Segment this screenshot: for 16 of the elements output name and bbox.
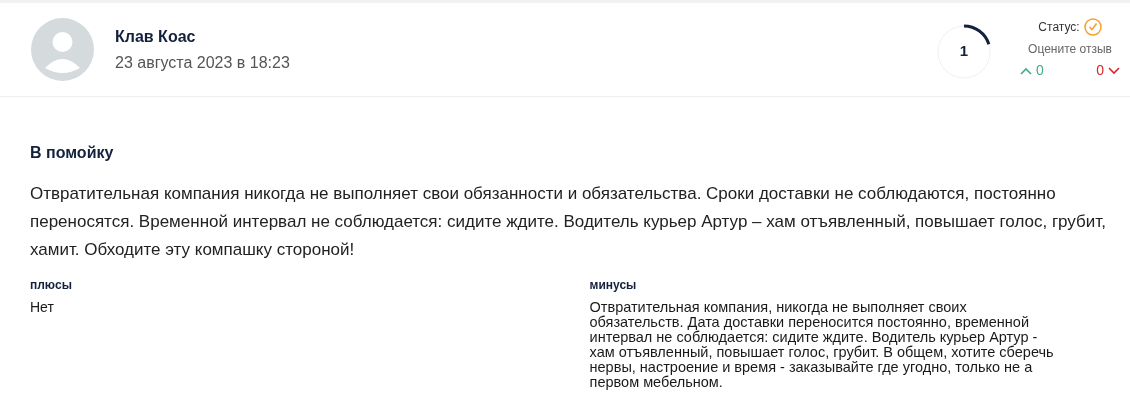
chevron-up-icon	[1020, 66, 1032, 75]
status-label: Статус:	[1038, 19, 1080, 36]
dislike-button[interactable]: 0	[1096, 60, 1120, 81]
cons-text: Отвратительная компания, никогда не выполняет своих обязательств. Дата доставки переносится постоянно, временной интервал не соблюдается: сидите ждите. Водитель курьер Артур - хам отъявленный, повышает голос, грубит. В общем, хотите сберечь нервы, настроение и время - заказывайте где угодно, только не а первом мебельном.	[589, 300, 1055, 390]
review-text: Отвратительная компания никогда не выполняет свои обязанности и обязательства. Сроки доставки не соблюдаются, постоянно переносятся. Временной интервал не соблюдается: сидите ждите. Водитель курьер Артур – хам отъявленный, повышает голос, грубит, хамит. Обходите эту компашку стороной!	[30, 183, 1107, 261]
author-name: Клав Коас	[115, 26, 197, 47]
review-date: 23 августа 2023 в 18:23	[115, 52, 290, 73]
like-button[interactable]: 0	[1020, 60, 1044, 81]
rating-value: 1	[958, 41, 970, 62]
review-title: В помойку	[30, 143, 115, 163]
chevron-down-icon	[1108, 66, 1120, 75]
rate-prompt: Оцените отзыв	[1028, 41, 1112, 58]
pros-heading: плюсы	[30, 277, 73, 294]
avatar-icon	[31, 18, 94, 81]
cons-heading: минусы	[589, 277, 638, 294]
pros-text: Нет	[30, 300, 55, 315]
